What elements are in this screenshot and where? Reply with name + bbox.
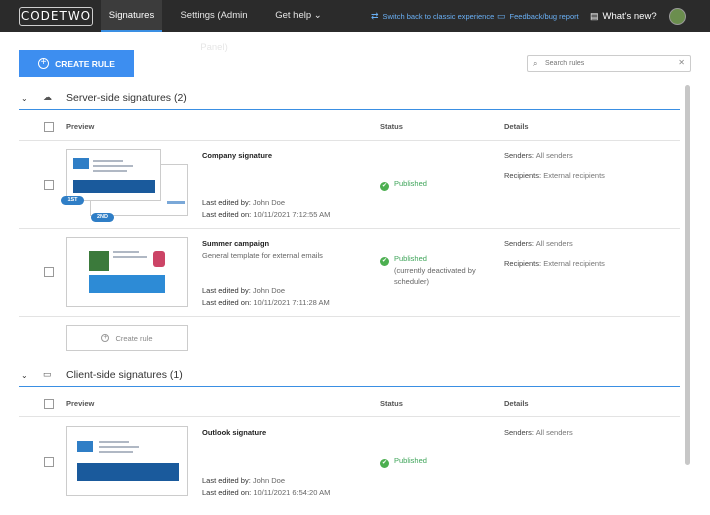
feedback-icon: ▭	[497, 11, 506, 21]
nav-get-help[interactable]: Get help ⌄	[271, 0, 326, 32]
feedback-link[interactable]: ▭ Feedback/bug report	[497, 0, 579, 32]
rule-name[interactable]: Outlook signature	[202, 428, 266, 437]
section-title: Client-side signatures (1)	[66, 369, 183, 381]
plus-circle-icon: +	[101, 334, 110, 342]
news-icon: ▤	[590, 11, 599, 21]
switch-classic-link[interactable]: ⇄ Switch back to classic experience	[371, 0, 494, 32]
column-details: Details	[504, 122, 529, 131]
column-preview: Preview	[66, 122, 95, 131]
close-icon[interactable]: ✕	[678, 58, 685, 67]
cloud-icon: ☁	[43, 92, 52, 102]
whats-new-button[interactable]: ▤ What's new?	[590, 0, 657, 32]
check-circle-icon: ✔	[380, 459, 389, 468]
codetwo-logo[interactable]: CODETWO	[19, 7, 93, 26]
row-checkbox[interactable]	[44, 180, 54, 190]
row-checkbox[interactable]	[44, 457, 54, 467]
search-icon: ⌕	[533, 59, 538, 68]
rule-name[interactable]: Company signature	[202, 151, 272, 160]
nav-settings[interactable]: Settings (Admin Panel)	[166, 0, 262, 53]
senders: Senders: All senders	[504, 428, 573, 437]
recipients: Recipients: External recipients	[504, 171, 605, 180]
check-circle-icon: ✔	[380, 257, 389, 266]
section-title: Server-side signatures (2)	[66, 92, 187, 104]
row-checkbox[interactable]	[44, 267, 54, 277]
create-rule-inline-button[interactable]: + Create rule	[66, 325, 188, 351]
create-rule-button[interactable]: + CREATE RULE	[19, 50, 134, 77]
server-side-section-header[interactable]: ⌄ ☁ Server-side signatures (2)	[19, 90, 680, 110]
search-input[interactable]	[545, 58, 670, 69]
monitor-icon: ▭	[43, 369, 52, 379]
client-side-section-header[interactable]: ⌄ ▭ Client-side signatures (1)	[19, 367, 680, 387]
last-edited-by: Last edited by: John Doe	[202, 198, 285, 207]
last-edited-by: Last edited by: John Doe	[202, 286, 285, 295]
switch-icon: ⇄	[371, 11, 379, 21]
plus-circle-icon: +	[38, 58, 50, 69]
column-details: Details	[504, 399, 529, 408]
signature-preview[interactable]	[66, 149, 161, 201]
check-circle-icon: ✔	[380, 182, 389, 191]
order-badge-2nd: 2ND	[91, 213, 114, 222]
status-badge: ✔ Published	[380, 456, 427, 468]
last-edited-on: Last edited on: 10/11/2021 7:12:55 AM	[202, 210, 331, 219]
rule-name[interactable]: Summer campaign	[202, 239, 269, 248]
last-edited-by: Last edited by: John Doe	[202, 476, 285, 485]
last-edited-on: Last edited on: 10/11/2021 6:54:20 AM	[202, 488, 331, 497]
top-bar: CODETWO Signatures Settings (Admin Panel…	[0, 0, 710, 53]
signature-preview[interactable]	[66, 237, 188, 307]
rule-description: General template for external emails	[202, 251, 323, 260]
column-status: Status	[380, 122, 403, 131]
chevron-down-icon[interactable]: ⌄	[21, 371, 28, 380]
status-note: (currently deactivated by scheduler)	[394, 266, 476, 286]
signature-preview[interactable]	[66, 426, 188, 496]
order-badge-1st: 1ST	[61, 196, 84, 205]
nav-signatures[interactable]: Signatures	[101, 0, 162, 32]
column-preview: Preview	[66, 399, 95, 408]
divider	[19, 228, 680, 229]
column-status: Status	[380, 399, 403, 408]
company-logo-icon	[73, 158, 89, 169]
divider	[19, 316, 680, 317]
recipients: Recipients: External recipients	[504, 259, 605, 268]
avatar[interactable]	[669, 8, 686, 25]
divider	[19, 140, 680, 141]
divider	[19, 416, 680, 417]
senders: Senders: All senders	[504, 239, 573, 248]
senders: Senders: All senders	[504, 151, 573, 160]
search-box[interactable]: ⌕ ✕	[527, 55, 691, 72]
chevron-down-icon[interactable]: ⌄	[21, 94, 28, 103]
select-all-checkbox[interactable]	[44, 122, 54, 132]
company-logo-icon	[77, 441, 93, 452]
vertical-scrollbar[interactable]	[685, 85, 690, 465]
last-edited-on: Last edited on: 10/11/2021 7:11:28 AM	[202, 298, 330, 307]
status-badge: ✔ Published	[380, 179, 427, 191]
campaign-photo-icon	[89, 251, 109, 271]
select-all-checkbox[interactable]	[44, 399, 54, 409]
